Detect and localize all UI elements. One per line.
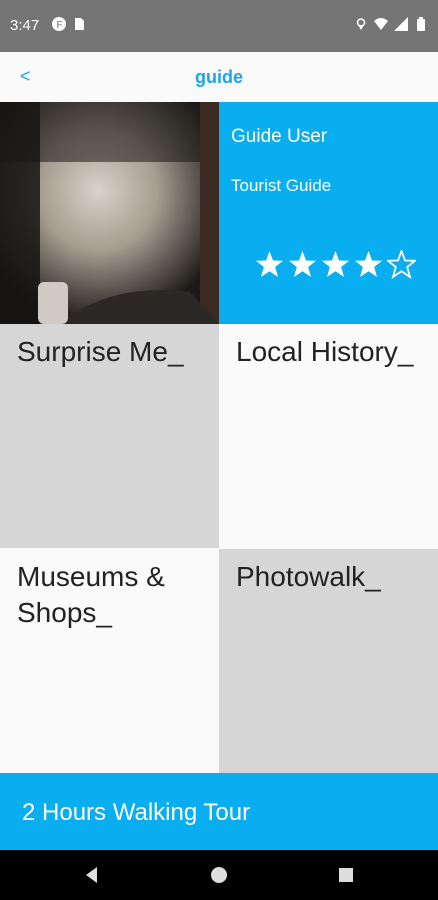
guide-photo-image [0, 102, 219, 324]
location-icon [356, 18, 366, 30]
star-filled-icon [289, 251, 316, 277]
guide-photo [0, 102, 219, 324]
walking-tour-button[interactable]: 2 Hours Walking Tour [0, 773, 438, 850]
svg-text:F: F [57, 20, 63, 31]
tile-label: Museums & Shops_ [17, 561, 165, 628]
battery-icon [417, 17, 425, 31]
star-filled-icon [256, 251, 283, 277]
recents-nav-icon[interactable] [336, 865, 356, 885]
guide-header: Guide User Tourist Guide [0, 102, 438, 324]
star-filled-icon [322, 251, 349, 277]
wifi-icon [374, 18, 388, 30]
tile-label: Local History_ [236, 336, 414, 367]
tile-label: Photowalk_ [236, 561, 381, 592]
guide-name: Guide User [231, 126, 328, 147]
tile-photowalk[interactable]: Photowalk_ [219, 549, 438, 773]
tile-label: Surprise Me_ [17, 336, 184, 367]
f-icon: F [52, 17, 66, 31]
status-time: 3:47 [10, 17, 40, 34]
guide-role: Tourist Guide [231, 176, 332, 195]
system-nav-bar [0, 850, 438, 900]
tile-surprise-me[interactable]: Surprise Me_ [0, 324, 219, 548]
status-bar: 3:47 F [0, 0, 438, 52]
guide-info-panel: Guide User Tourist Guide [219, 102, 438, 324]
star-filled-icon [355, 251, 382, 277]
page-title: guide [195, 67, 243, 87]
sd-card-icon [75, 18, 84, 30]
back-nav-icon[interactable] [82, 865, 102, 885]
home-nav-icon[interactable] [209, 865, 229, 885]
star-outline-icon [387, 250, 416, 279]
walking-tour-label: 2 Hours Walking Tour [22, 799, 251, 826]
signal-icon [394, 17, 408, 31]
tile-local-history[interactable]: Local History_ [219, 324, 438, 548]
tile-museums-shops[interactable]: Museums & Shops_ [0, 549, 219, 773]
rating-stars [255, 250, 416, 279]
app-toolbar: < guide [0, 52, 438, 102]
